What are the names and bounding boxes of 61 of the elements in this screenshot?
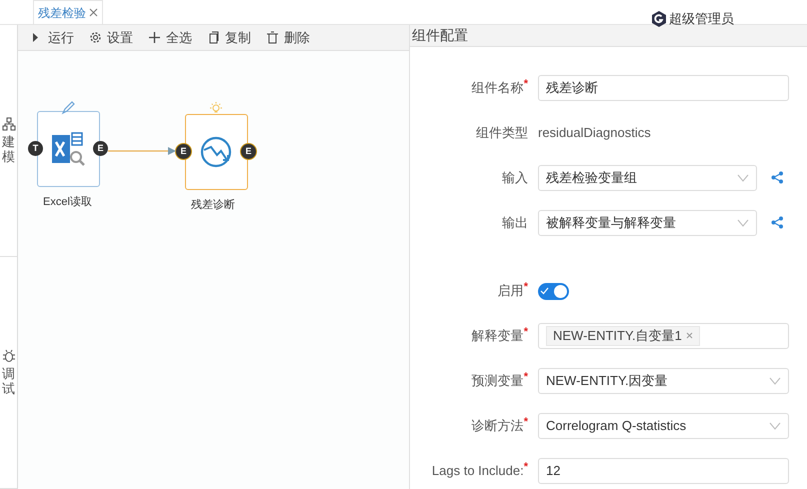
bug-icon	[2, 349, 16, 364]
copy-icon	[207, 31, 220, 44]
required-mark: *	[524, 416, 528, 428]
user-name: 超级管理员	[669, 10, 734, 28]
field-value: residualDiagnostics	[538, 124, 651, 142]
port[interactable]: E	[241, 144, 256, 159]
tab[interactable]: 残差检验	[33, 0, 103, 24]
share-icon[interactable]	[771, 216, 784, 229]
gear-icon	[89, 31, 102, 44]
chevron-down-icon	[769, 376, 781, 384]
field-label: 解释变量	[472, 328, 524, 345]
share-icon[interactable]	[771, 171, 784, 184]
select-field[interactable]: 残差检验变量组	[538, 164, 757, 190]
chevron-down-icon	[769, 422, 781, 430]
field-label: Lags to Include:	[432, 462, 524, 480]
required-mark: *	[524, 281, 528, 294]
chevron-down-icon	[737, 218, 749, 226]
panel-title: 组件配置	[412, 26, 468, 45]
required-mark: *	[524, 326, 528, 338]
connector-arrow	[108, 147, 176, 155]
node-label: Excel读取	[43, 195, 92, 210]
field-label: 组件名称	[472, 80, 524, 97]
tag: NEW-ENTITY.自变量1	[546, 326, 700, 346]
pencil-icon	[61, 101, 75, 115]
sidebar-item[interactable]: 建模	[2, 135, 15, 164]
field-label: 组件类型	[476, 124, 528, 142]
text-field[interactable]: 12	[538, 458, 789, 484]
toggle-switch[interactable]	[538, 282, 569, 300]
field-label: 输入	[502, 168, 528, 187]
select-field[interactable]: Correlogram Q-statistics	[538, 412, 789, 438]
check-icon	[540, 287, 549, 295]
port[interactable]: T	[28, 141, 43, 156]
toolbar-button[interactable]: 复制	[207, 28, 251, 48]
close-icon[interactable]	[686, 332, 693, 339]
toolbar-button[interactable]: 设置	[89, 28, 133, 48]
toolbar-button[interactable]: 删除	[266, 28, 310, 48]
select-field[interactable]: 被解释变量与解释变量	[538, 210, 757, 236]
trash-icon	[266, 31, 279, 44]
required-mark: *	[524, 460, 528, 473]
required-mark: *	[524, 370, 528, 383]
bulb-icon	[209, 101, 223, 114]
close-icon	[89, 8, 98, 17]
port[interactable]: E	[93, 141, 108, 156]
sidebar-item[interactable]: 调试	[2, 367, 15, 396]
move-icon	[148, 31, 161, 44]
field-label: 启用	[498, 283, 524, 300]
node-card[interactable]	[185, 114, 248, 190]
port[interactable]: E	[176, 144, 191, 159]
node-label: 残差诊断	[191, 198, 235, 213]
field-label: 输出	[502, 214, 528, 232]
field-label: 预测变量	[472, 372, 524, 390]
tag-field[interactable]: NEW-ENTITY.自变量1	[538, 322, 789, 348]
toolbar-button[interactable]: 运行	[30, 28, 74, 48]
trend-down-icon	[200, 136, 232, 168]
required-mark: *	[524, 78, 528, 90]
text-field[interactable]: 残差诊断	[538, 74, 789, 100]
field-label: 诊断方法	[472, 418, 524, 435]
select-field[interactable]: NEW-ENTITY.因变量	[538, 368, 789, 394]
toolbar-button[interactable]: 全选	[148, 28, 192, 48]
hierarchy-icon	[2, 117, 16, 132]
chevron-down-icon	[737, 174, 749, 182]
